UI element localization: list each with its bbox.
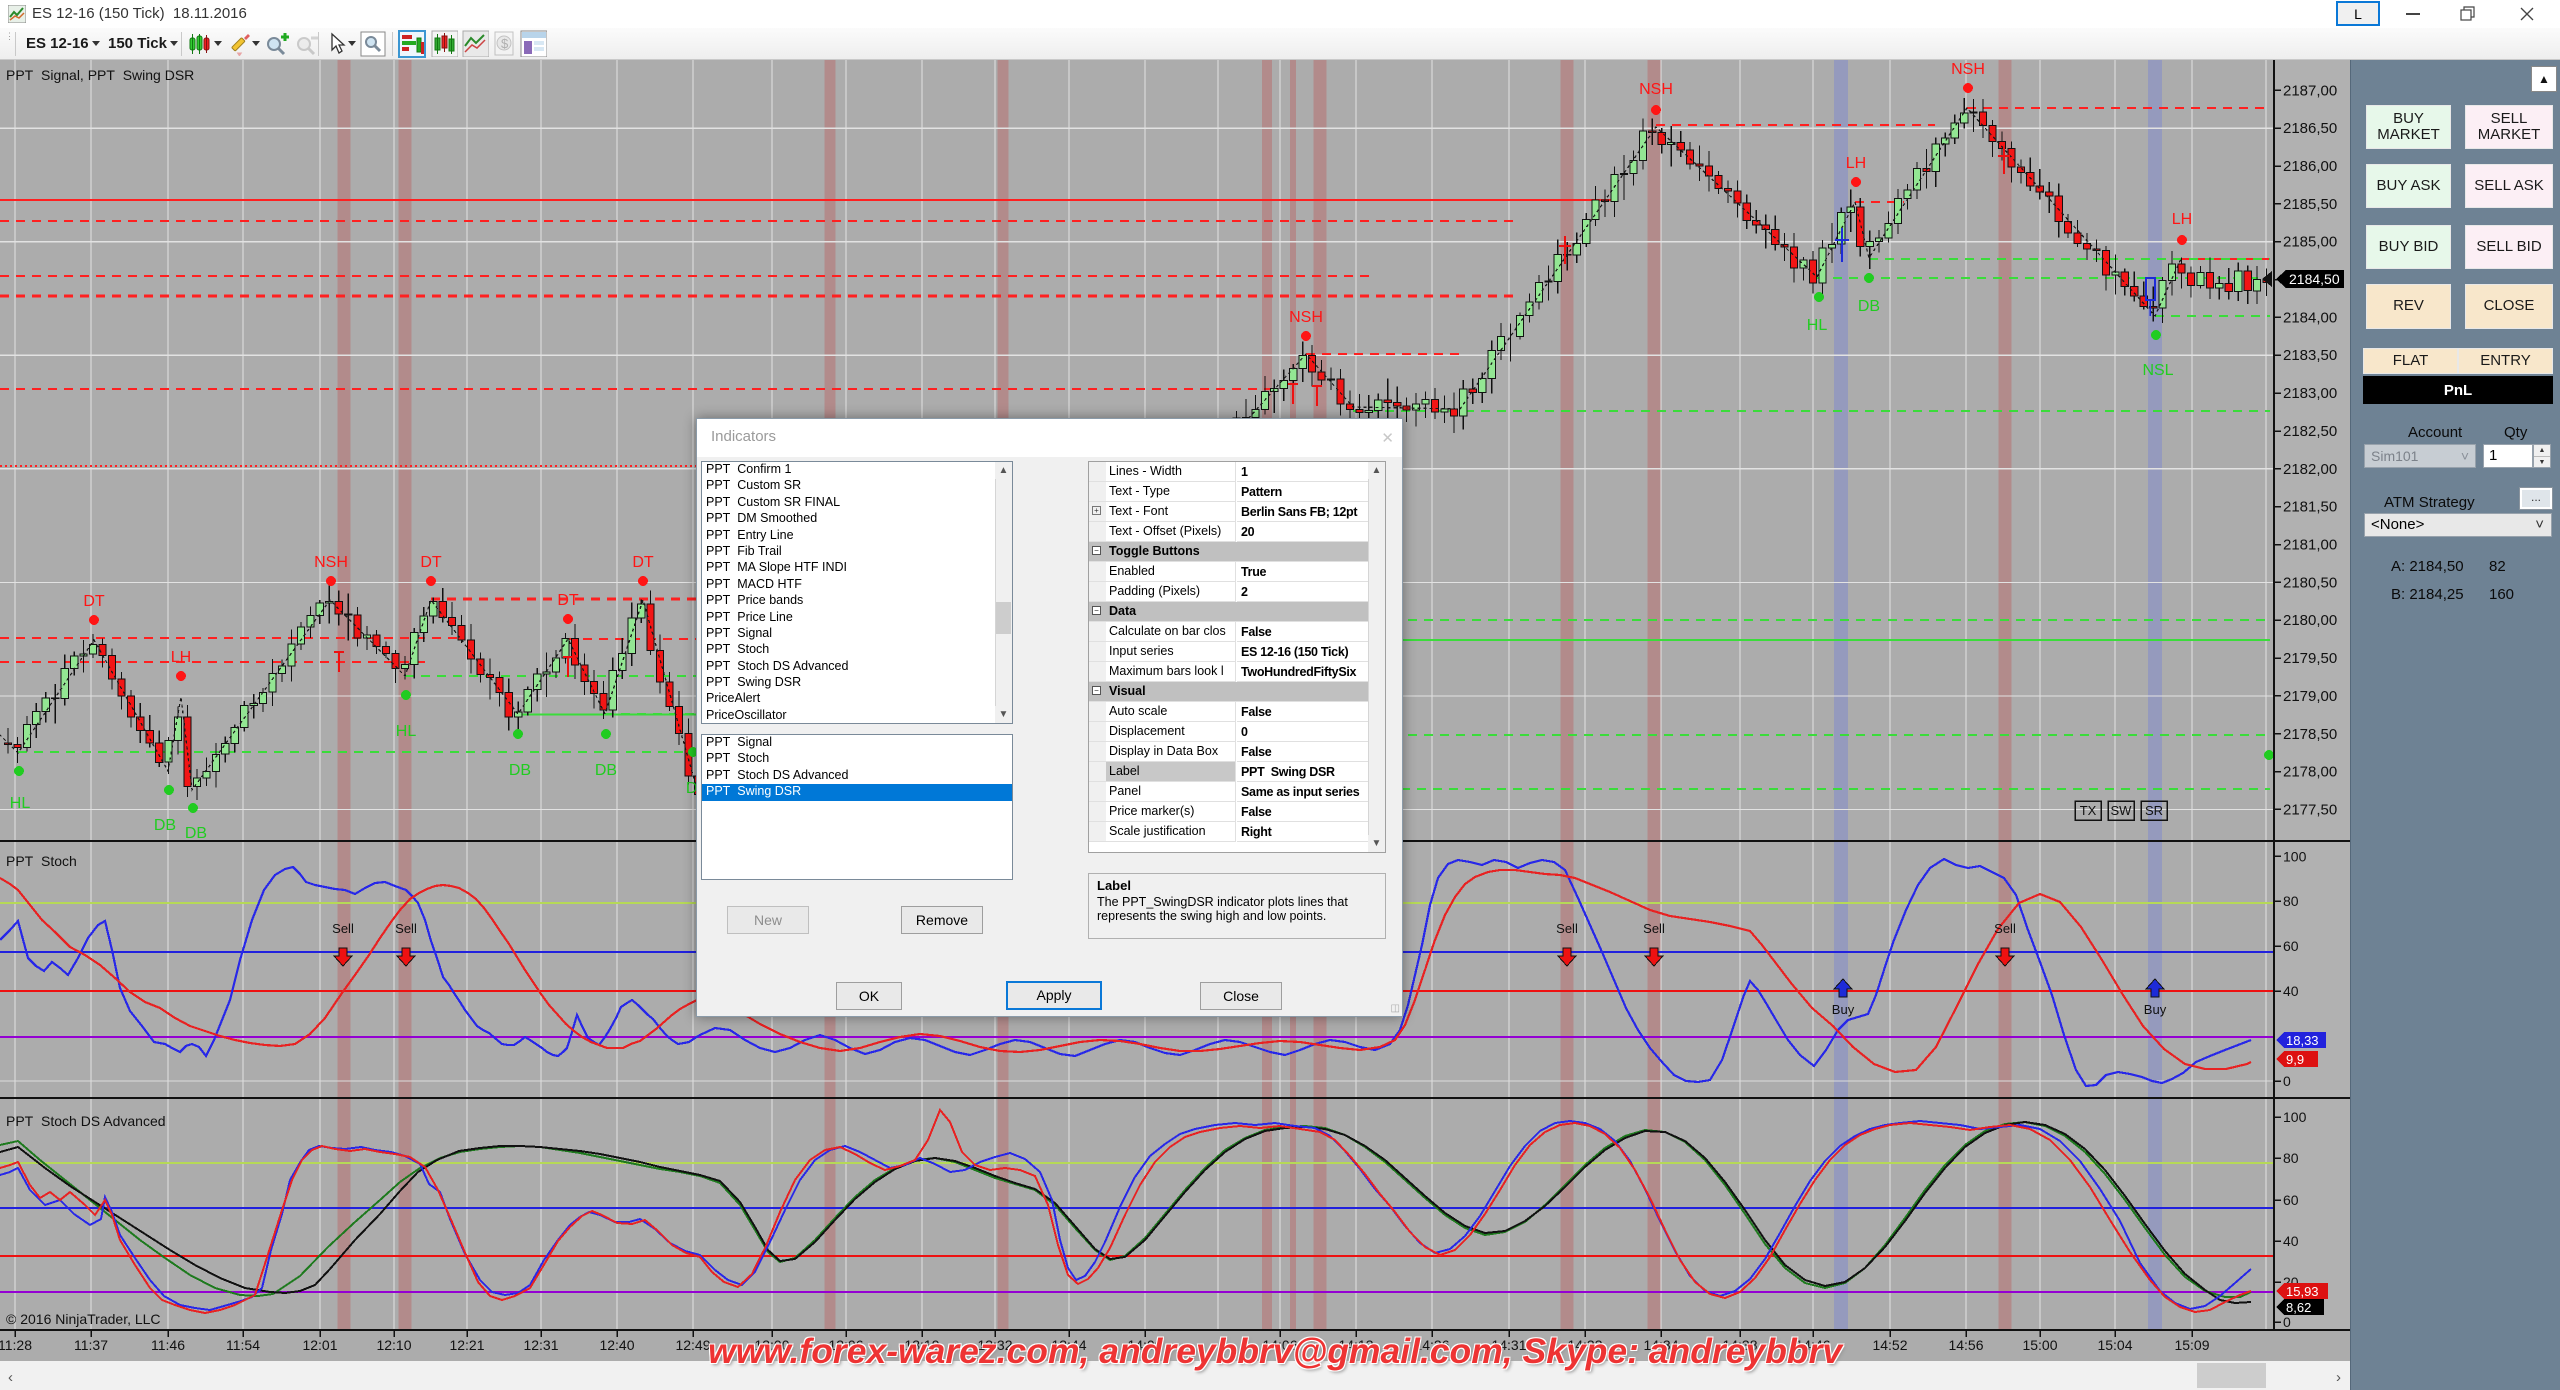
svg-text:LH: LH: [2172, 211, 2192, 228]
svg-text:2177,50: 2177,50: [2283, 801, 2337, 818]
svg-text:2186,50: 2186,50: [2283, 120, 2337, 137]
svg-text:12:01: 12:01: [302, 1337, 337, 1353]
svg-text:SR: SR: [2145, 803, 2163, 818]
svg-text:2180,50: 2180,50: [2283, 574, 2337, 591]
svg-text:15:09: 15:09: [2174, 1337, 2209, 1353]
svg-text:12:40: 12:40: [599, 1337, 634, 1353]
svg-text:14:56: 14:56: [1948, 1337, 1983, 1353]
svg-text:DB: DB: [154, 817, 176, 834]
svg-text:© 2016 NinjaTrader, LLC: © 2016 NinjaTrader, LLC: [6, 1311, 161, 1327]
svg-text:2180,00: 2180,00: [2283, 612, 2337, 629]
svg-text:100: 100: [2283, 1109, 2307, 1125]
svg-text:2181,00: 2181,00: [2283, 537, 2337, 554]
svg-text:NSH: NSH: [1951, 61, 1985, 78]
svg-text:Sell: Sell: [395, 921, 417, 936]
svg-text:DT: DT: [557, 592, 579, 609]
svg-text:11:28: 11:28: [0, 1337, 32, 1353]
svg-text:12:31: 12:31: [523, 1337, 558, 1353]
svg-text:2178,00: 2178,00: [2283, 764, 2337, 781]
svg-text:DT: DT: [420, 554, 442, 571]
svg-text:NSH: NSH: [1289, 309, 1323, 326]
svg-text:HL: HL: [1807, 317, 1828, 334]
svg-text:NSH: NSH: [1639, 81, 1673, 98]
svg-text:PPT Stoch: PPT Stoch: [6, 853, 77, 869]
svg-text:60: 60: [2283, 1192, 2299, 1208]
svg-text:12:49: 12:49: [675, 1337, 710, 1353]
svg-text:Sell: Sell: [1556, 921, 1578, 936]
svg-text:8,62: 8,62: [2286, 1300, 2311, 1315]
svg-text:2185,00: 2185,00: [2283, 234, 2337, 251]
svg-text:2182,00: 2182,00: [2283, 461, 2337, 478]
svg-text:2184,50: 2184,50: [2289, 271, 2340, 287]
svg-text:18,33: 18,33: [2286, 1033, 2319, 1048]
svg-text:9,9: 9,9: [2286, 1052, 2304, 1067]
svg-text:Buy: Buy: [1832, 1002, 1855, 1017]
svg-text:40: 40: [2283, 983, 2299, 999]
svg-text:2183,50: 2183,50: [2283, 347, 2337, 364]
svg-text:TX: TX: [2080, 803, 2097, 818]
svg-text:2186,00: 2186,00: [2283, 158, 2337, 175]
svg-text:DB: DB: [1858, 298, 1880, 315]
svg-text:15,93: 15,93: [2286, 1284, 2319, 1299]
svg-text:2178,50: 2178,50: [2283, 726, 2337, 743]
svg-text:PPT Stoch DS Advanced: PPT Stoch DS Advanced: [6, 1113, 166, 1129]
svg-text:HL: HL: [10, 795, 31, 812]
svg-text:DT: DT: [83, 593, 105, 610]
svg-text:HL: HL: [396, 723, 417, 740]
svg-text:100: 100: [2283, 848, 2307, 864]
svg-text:14:52: 14:52: [1872, 1337, 1907, 1353]
svg-text:LH: LH: [171, 649, 191, 666]
svg-text:0: 0: [2283, 1073, 2291, 1089]
svg-text:PPT Signal, PPT Swing DSR: PPT Signal, PPT Swing DSR: [6, 67, 194, 83]
svg-text:2179,00: 2179,00: [2283, 688, 2337, 705]
svg-text:2187,00: 2187,00: [2283, 82, 2337, 99]
svg-text:DT: DT: [632, 554, 654, 571]
svg-text:DB: DB: [185, 825, 207, 842]
svg-text:2179,50: 2179,50: [2283, 650, 2337, 667]
svg-text:NSH: NSH: [314, 554, 348, 571]
svg-text:NSL: NSL: [2142, 362, 2173, 379]
svg-text:2184,00: 2184,00: [2283, 309, 2337, 326]
svg-text:11:54: 11:54: [226, 1337, 260, 1353]
svg-text:12:10: 12:10: [376, 1337, 411, 1353]
svg-text:11:37: 11:37: [74, 1337, 108, 1353]
svg-text:‹: ‹: [8, 1369, 13, 1386]
svg-text:Sell: Sell: [1994, 921, 2016, 936]
svg-text:0: 0: [2283, 1314, 2291, 1330]
svg-text:15:00: 15:00: [2022, 1337, 2057, 1353]
svg-text:40: 40: [2283, 1233, 2299, 1249]
svg-text:80: 80: [2283, 893, 2299, 909]
svg-text:DB: DB: [509, 762, 531, 779]
svg-text:15:04: 15:04: [2097, 1337, 2132, 1353]
svg-text:80: 80: [2283, 1150, 2299, 1166]
svg-text:2182,50: 2182,50: [2283, 423, 2337, 440]
svg-text:2183,00: 2183,00: [2283, 385, 2337, 402]
svg-text:11:46: 11:46: [151, 1337, 185, 1353]
svg-text:2185,50: 2185,50: [2283, 196, 2337, 213]
svg-text:LH: LH: [1846, 155, 1866, 172]
svg-text:Sell: Sell: [332, 921, 354, 936]
svg-text:60: 60: [2283, 938, 2299, 954]
svg-text:DB: DB: [595, 762, 617, 779]
svg-text:Sell: Sell: [1643, 921, 1665, 936]
svg-text:Buy: Buy: [2144, 1002, 2167, 1017]
svg-text:2181,50: 2181,50: [2283, 499, 2337, 516]
svg-text:12:21: 12:21: [449, 1337, 484, 1353]
svg-text:›: ›: [2336, 1369, 2341, 1386]
svg-text:SW: SW: [2111, 803, 2133, 818]
